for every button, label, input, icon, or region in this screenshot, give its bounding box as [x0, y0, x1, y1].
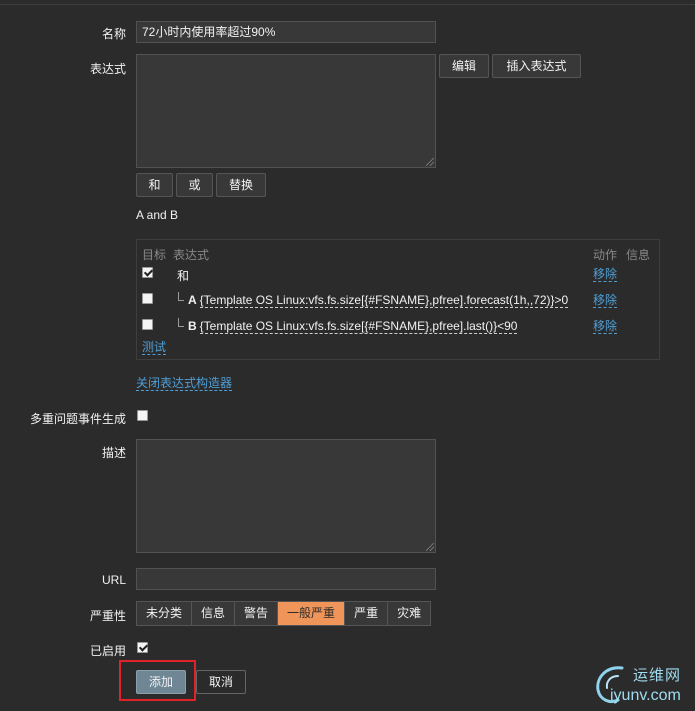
- resize-grip-icon[interactable]: [426, 158, 434, 166]
- multiple-events-checkbox[interactable]: [137, 410, 148, 421]
- description-textarea[interactable]: [136, 439, 436, 553]
- remove-link-b[interactable]: 移除: [593, 320, 618, 334]
- row-expression-and: 和: [177, 269, 190, 283]
- resize-grip-icon[interactable]: [426, 543, 434, 551]
- watermark-url: iyunv.com: [610, 687, 681, 704]
- enabled-label: 已启用: [89, 644, 126, 658]
- header-action: 动作: [593, 248, 618, 262]
- tree-branch-icon: [178, 318, 184, 327]
- row-checkbox-b[interactable]: [142, 319, 153, 330]
- expression-label: 表达式: [89, 62, 126, 76]
- row-letter-a: A: [188, 293, 197, 307]
- severity-warning[interactable]: 警告: [235, 602, 279, 625]
- remove-link-a[interactable]: 移除: [593, 294, 618, 308]
- expression-textarea[interactable]: [136, 54, 436, 168]
- severity-selector: 未分类 信息 警告 一般严重 严重 灾难: [136, 601, 432, 626]
- watermark-logo: 运维网 iyunv.com: [592, 662, 692, 708]
- remove-link-and[interactable]: 移除: [593, 268, 618, 282]
- description-label: 描述: [101, 446, 126, 460]
- header-target: 目标: [142, 248, 167, 262]
- cancel-button[interactable]: 取消: [196, 670, 246, 694]
- replace-button[interactable]: 替换: [216, 173, 266, 197]
- expression-a-text[interactable]: {Template OS Linux:vfs.fs.size[{#FSNAME}…: [199, 293, 569, 308]
- row-checkbox-a[interactable]: [142, 293, 153, 304]
- severity-high[interactable]: 严重: [345, 602, 389, 625]
- name-label: 名称: [101, 27, 126, 41]
- insert-expression-button[interactable]: 插入表达式: [492, 54, 581, 78]
- add-button[interactable]: 添加: [136, 670, 186, 694]
- edit-button[interactable]: 编辑: [439, 54, 489, 78]
- severity-label: 严重性: [89, 609, 126, 623]
- url-input[interactable]: [136, 568, 436, 590]
- multiple-events-label: 多重问题事件生成: [29, 412, 126, 426]
- close-builder-link[interactable]: 关闭表达式构造器: [136, 377, 233, 391]
- row-letter-b: B: [188, 319, 197, 333]
- top-divider: [0, 4, 695, 5]
- and-button[interactable]: 和: [136, 173, 173, 197]
- url-label: URL: [101, 573, 126, 587]
- enabled-checkbox[interactable]: [137, 642, 148, 653]
- header-info: 信息: [626, 248, 651, 262]
- row-checkbox-and[interactable]: [142, 267, 153, 278]
- watermark-title: 运维网: [633, 667, 682, 684]
- severity-not-classified[interactable]: 未分类: [137, 602, 193, 625]
- test-link[interactable]: 测试: [142, 341, 167, 355]
- or-button[interactable]: 或: [176, 173, 213, 197]
- severity-average[interactable]: 一般严重: [278, 602, 346, 625]
- row-expression-a: A {Template OS Linux:vfs.fs.size[{#FSNAME…: [188, 293, 569, 308]
- name-input[interactable]: 72小时内使用率超过90%: [136, 21, 436, 43]
- header-expression: 表达式: [173, 248, 210, 262]
- severity-information[interactable]: 信息: [192, 602, 236, 625]
- tree-branch-icon: [178, 292, 184, 301]
- expression-b-text[interactable]: {Template OS Linux:vfs.fs.size[{#FSNAME}…: [199, 319, 518, 334]
- severity-disaster[interactable]: 灾难: [388, 602, 431, 625]
- row-expression-b: B {Template OS Linux:vfs.fs.size[{#FSNAME…: [188, 319, 518, 334]
- expression-summary: A and B: [136, 208, 179, 222]
